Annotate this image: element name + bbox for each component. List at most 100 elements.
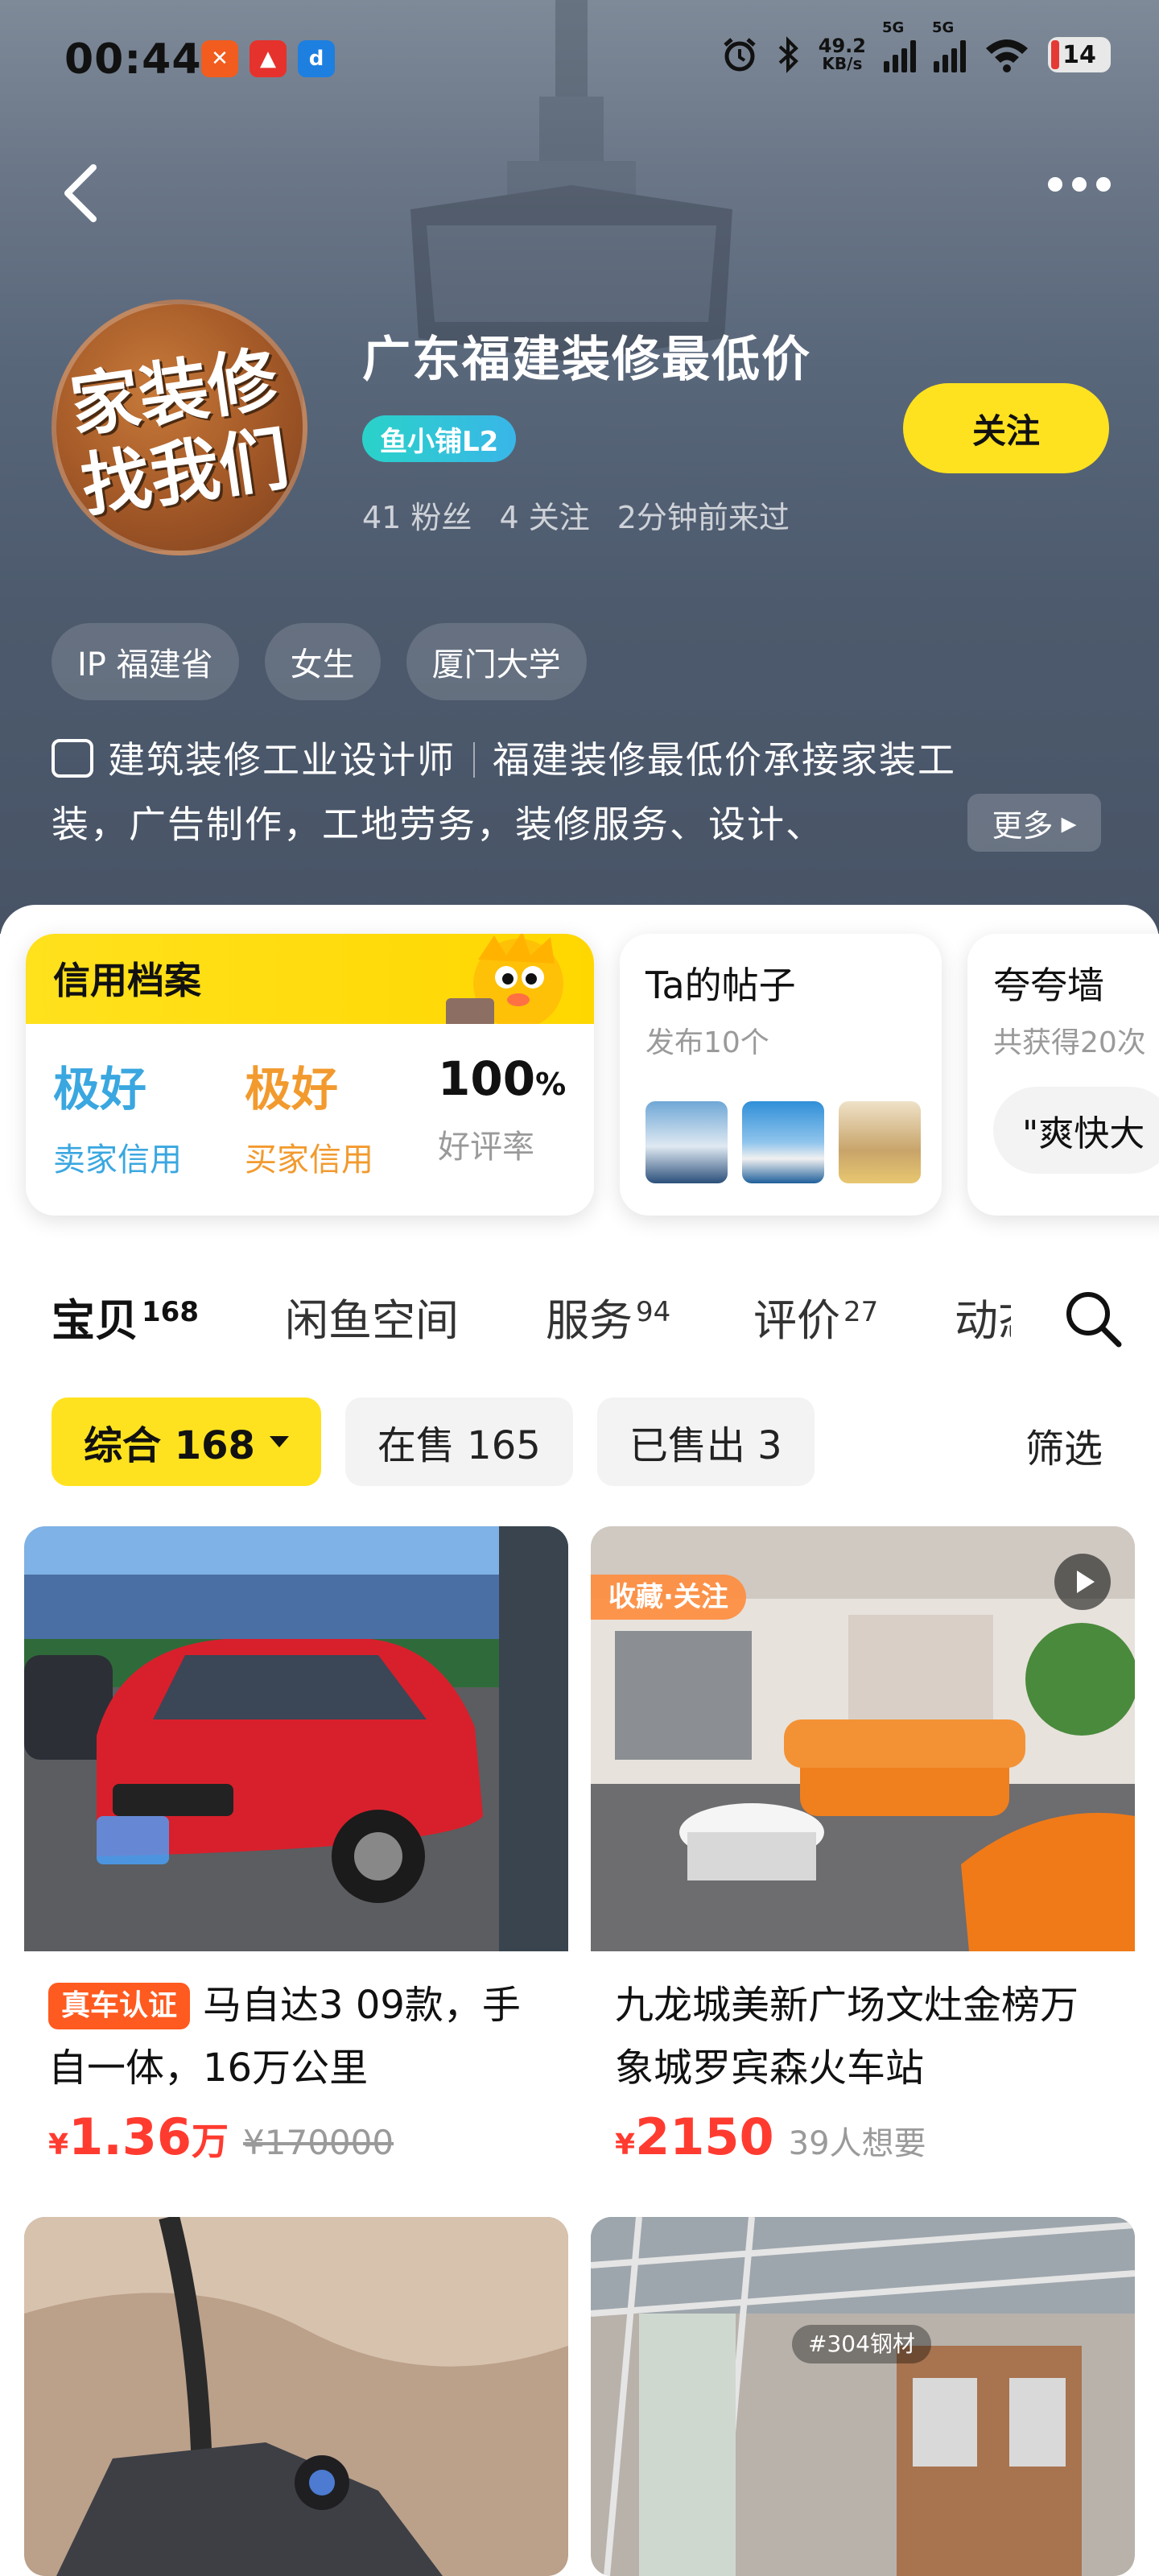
filter-sold[interactable]: 已售出 3 — [596, 1397, 815, 1486]
item-title: 真车认证 马自达3 09款，手自一体，16万公里 — [48, 1974, 547, 2099]
filter-all[interactable]: 综合 168 — [52, 1397, 321, 1486]
item-card[interactable]: #304钢材 — [591, 2217, 1135, 2576]
wifi-icon — [986, 39, 1028, 72]
tab-items-count: 168 — [142, 1296, 199, 1328]
item-image-red-car — [24, 1526, 568, 1951]
tab-feed-label: 动态 — [955, 1295, 1011, 1346]
item-image-steel-canopy — [591, 2217, 1135, 2576]
filter-button[interactable]: 筛选 — [1025, 1417, 1103, 1473]
bio-more-button[interactable]: 更多 ▸ — [967, 794, 1101, 852]
item-price-row: ¥2150 39人想要 — [615, 2107, 926, 2166]
bio-text-line2: 装，广告制作，工地劳务，装修服务、设计、 — [52, 803, 824, 846]
content-tabs: 宝贝168 闲鱼空间 服务94 评价27 动态 — [48, 1285, 1130, 1357]
item-title: 九龙城美新广场文灶金榜万象城罗宾森火车站 — [615, 1983, 1079, 2091]
posts-card-title: Ta的帖子 — [645, 964, 796, 1007]
info-cards-row: 信用档案 极好 卖家信用 极好 买家信用 100% 好评率 Ta的帖子 发布10… — [0, 934, 1159, 1224]
original-price: ¥170000 — [243, 2123, 394, 2162]
tab-space-label: 闲鱼空间 — [285, 1295, 459, 1346]
post-thumbnail[interactable] — [839, 1101, 921, 1183]
praise-wall-title: 夸夸墙 — [993, 964, 1104, 1007]
network-speed: 49.2 KB/s — [818, 35, 866, 73]
price-value: 1.36 — [68, 2107, 192, 2166]
app-notification-icon: ✕ — [201, 40, 238, 77]
alarm-icon — [724, 38, 756, 72]
shop-name: 广东福建装修最低价 — [362, 332, 811, 388]
signal-strength-icon: 5G — [932, 19, 966, 72]
bio-text-line1: 福建装修最低价承接家装工 — [493, 738, 956, 782]
briefcase-icon — [52, 739, 93, 778]
level-badge[interactable]: 鱼小铺L2 — [362, 415, 517, 462]
tab-items[interactable]: 宝贝 168 — [48, 1285, 199, 1350]
tab-reviews[interactable]: 评价 27 — [753, 1285, 878, 1348]
status-time: 00:44 — [64, 35, 202, 84]
item-card[interactable] — [24, 2217, 568, 2576]
bio: 建筑装修工业设计师 福建装修最低价承接家装工 — [52, 731, 956, 784]
status-bar: 00:44 ✕ ▲ d 49.2 KB/s 5G 5G 14 — [0, 0, 1159, 121]
avatar[interactable]: 家装修找我们 — [52, 299, 307, 555]
bluetooth-icon — [778, 36, 798, 73]
item-card[interactable]: 收藏·关注 九龙城美新广场文灶金榜万象城罗宾森火车站 ¥2150 39人想要 — [591, 1526, 1135, 2185]
last-seen: 2分钟前来过 — [617, 500, 790, 535]
bio-occupation: 建筑装修工业设计师 — [108, 738, 456, 782]
bio-divider — [473, 742, 475, 778]
item-image-camera-tool — [24, 2217, 568, 2576]
item-price-row: ¥1.36万 ¥170000 — [48, 2107, 394, 2166]
profile-stats: 41 粉丝 4 关注 2分钟前来过 — [362, 493, 790, 537]
item-price: ¥1.36万 — [48, 2107, 229, 2166]
filter-all-label: 综合 168 — [84, 1423, 255, 1468]
status-app-icons: ✕ ▲ d — [201, 40, 335, 77]
profile-tags: IP 福建省 女生 厦门大学 — [52, 623, 587, 700]
play-video-icon[interactable] — [1054, 1554, 1111, 1610]
seller-credit-label: 卖家信用 — [53, 1141, 182, 1179]
good-review-rate: 100% 好评率 — [438, 1051, 566, 1167]
buyer-credit-label: 买家信用 — [245, 1141, 373, 1179]
back-arrow-icon[interactable] — [58, 161, 106, 225]
bio-more-label: 更多 — [992, 807, 1054, 844]
tab-feed[interactable]: 动态 — [955, 1285, 1011, 1348]
profile-header: 00:44 ✕ ▲ d 49.2 KB/s 5G 5G 14 家装修找我们 广东福… — [0, 0, 1159, 934]
seller-credit-value: 极好 — [53, 1062, 147, 1117]
tab-services-label: 服务 — [546, 1295, 633, 1346]
credit-card-title: 信用档案 — [53, 959, 201, 1002]
price-currency: ¥ — [48, 2128, 69, 2161]
buyer-credit-value: 极好 — [245, 1062, 339, 1117]
following-count[interactable]: 4 关注 — [499, 493, 589, 537]
praise-quote: "爽快大 — [993, 1087, 1159, 1174]
signal-strength-icon: 5G — [882, 19, 916, 72]
profile-page: { "status_bar": { "time": "00:44", "net_… — [0, 0, 1159, 2576]
tab-reviews-label: 评价 — [753, 1295, 840, 1346]
app-notification-icon: ▲ — [250, 40, 287, 77]
price-value: 2150 — [635, 2107, 774, 2166]
avatar-logo-text: 家装修找我们 — [65, 338, 294, 527]
tag-ip-location: IP 福建省 — [52, 623, 239, 700]
app-notification-icon: d — [298, 40, 335, 77]
image-tag: 收藏·关注 — [591, 1575, 746, 1620]
posts-card[interactable]: Ta的帖子 发布10个 — [620, 934, 942, 1216]
tab-services-count: 94 — [636, 1296, 671, 1328]
post-thumbnail[interactable] — [645, 1101, 728, 1183]
image-tag: #304钢材 — [792, 2325, 931, 2363]
credit-card-body: 极好 卖家信用 极好 买家信用 100% 好评率 — [26, 1024, 594, 1216]
item-price: ¥2150 — [615, 2107, 774, 2166]
battery-indicator: 14 — [1048, 37, 1111, 72]
tab-space[interactable]: 闲鱼空间 — [285, 1285, 459, 1348]
item-card[interactable]: 真车认证 马自达3 09款，手自一体，16万公里 ¥1.36万 ¥170000 — [24, 1526, 568, 2185]
credit-card[interactable]: 信用档案 极好 卖家信用 极好 买家信用 100% 好评率 — [26, 934, 594, 1216]
good-review-rate-label: 好评率 — [438, 1129, 534, 1166]
filter-on-sale[interactable]: 在售 165 — [344, 1397, 573, 1486]
search-icon[interactable] — [1062, 1288, 1124, 1349]
triangle-right-icon: ▸ — [1061, 805, 1077, 840]
tab-services[interactable]: 服务 94 — [546, 1285, 670, 1348]
good-review-rate-value: 100% — [438, 1051, 566, 1106]
price-currency: ¥ — [615, 2128, 636, 2161]
more-options-icon[interactable] — [1048, 177, 1111, 192]
followers-count[interactable]: 41 粉丝 — [362, 493, 472, 537]
post-thumbnail[interactable] — [742, 1101, 824, 1183]
post-thumbnails — [645, 1101, 921, 1183]
praise-wall-card[interactable]: 夸夸墙 共获得20次 "爽快大 — [967, 934, 1159, 1216]
follow-button[interactable]: 关注 — [903, 383, 1109, 473]
wants-count: 39人想要 — [788, 2125, 926, 2162]
tab-reviews-count: 27 — [843, 1296, 879, 1328]
rate-unit: % — [535, 1067, 567, 1102]
caret-down-icon — [269, 1436, 289, 1447]
